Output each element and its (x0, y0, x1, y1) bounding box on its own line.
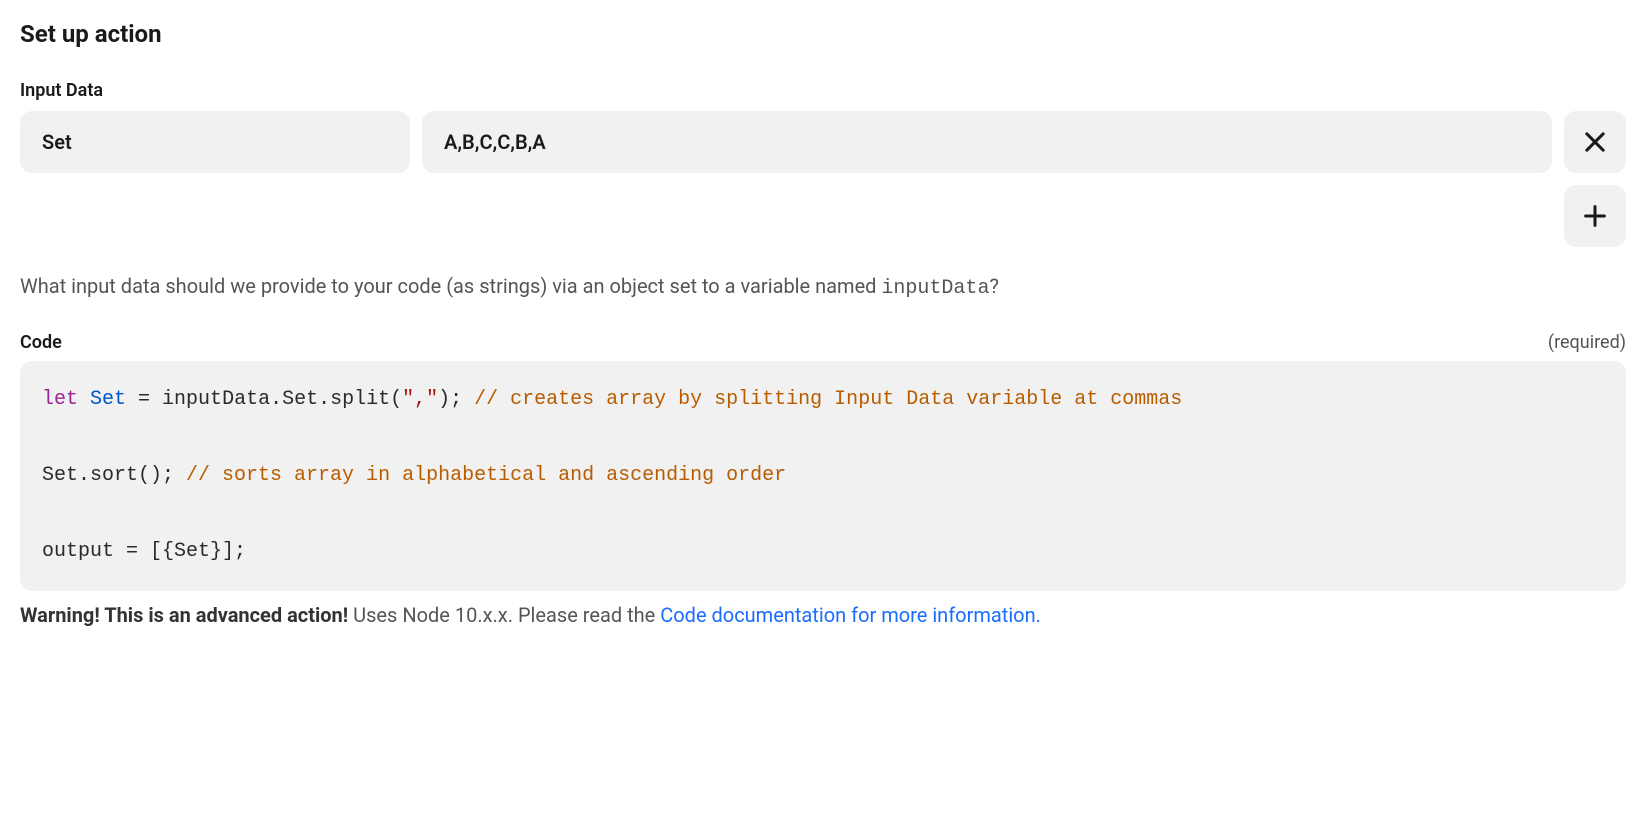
helper-prefix: What input data should we provide to you… (20, 274, 881, 298)
code-required-label: (required) (1548, 332, 1626, 353)
code-docs-link[interactable]: Code documentation for more information. (660, 603, 1041, 627)
code-label: Code (20, 332, 62, 353)
add-row-button[interactable] (1564, 185, 1626, 247)
helper-varname: inputData (881, 277, 989, 300)
warning-line: Warning! This is an advanced action! Use… (20, 603, 1626, 627)
input-data-row (20, 111, 1626, 173)
helper-suffix: ? (989, 274, 998, 298)
close-icon (1581, 128, 1609, 156)
input-data-value-field[interactable] (422, 111, 1552, 173)
input-data-section: Input Data What input data should we pro… (20, 80, 1626, 304)
code-editor[interactable]: let Set = inputData.Set.split(","); // c… (20, 361, 1626, 591)
warning-middle: Uses Node 10.x.x. Please read the (348, 603, 660, 627)
page-title: Set up action (20, 20, 1626, 48)
plus-icon (1581, 202, 1609, 230)
remove-row-button[interactable] (1564, 111, 1626, 173)
input-data-label: Input Data (20, 80, 1626, 101)
warning-bold: Warning! This is an advanced action! (20, 603, 348, 627)
input-data-helper: What input data should we provide to you… (20, 271, 1626, 304)
input-data-key-field[interactable] (20, 111, 410, 173)
code-section: Code (required) let Set = inputData.Set.… (20, 332, 1626, 627)
